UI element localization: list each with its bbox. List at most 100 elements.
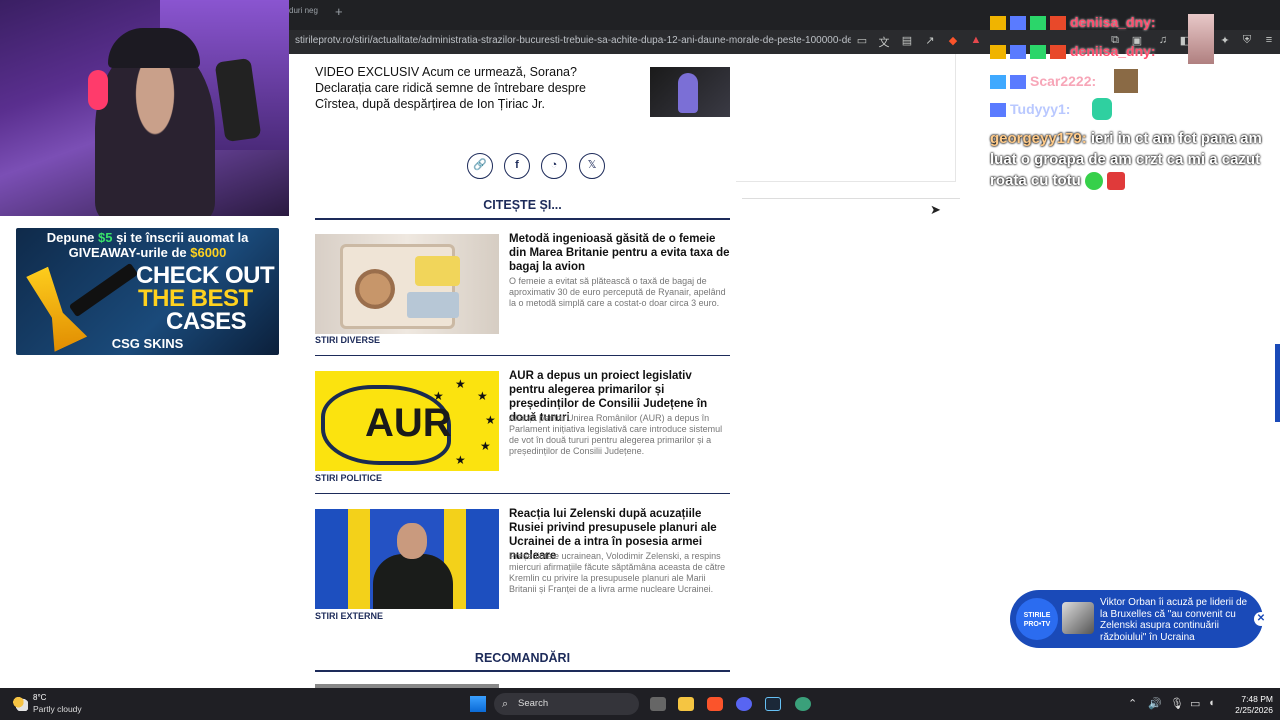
brave-browser-icon[interactable] xyxy=(707,697,723,711)
app-icon[interactable] xyxy=(795,697,811,711)
chat-line: Tudyyy1: xyxy=(990,101,1071,118)
brave-rewards-icon[interactable]: ▲ xyxy=(968,34,984,46)
microphone-icon[interactable]: 🎙 xyxy=(1170,697,1184,710)
video-thumbnail[interactable] xyxy=(650,67,730,117)
screen-cast-icon[interactable]: ▭ xyxy=(854,34,870,47)
toast-photo xyxy=(1062,602,1094,634)
discord-icon[interactable] xyxy=(736,697,752,711)
card-divider xyxy=(315,493,730,494)
video-article-link[interactable]: VIDEO EXCLUSIV Acum ce urmează, Sorana? … xyxy=(315,64,633,112)
crown-badge-icon xyxy=(990,16,1006,31)
card-divider xyxy=(315,355,730,356)
search-label: Search xyxy=(518,698,549,709)
x-share-icon[interactable]: 𝕏 xyxy=(579,153,605,179)
recommended-heading: RECOMANDĂRI xyxy=(474,651,571,665)
ad-brand: CSG SKINS xyxy=(111,336,184,351)
card-category[interactable]: STIRI POLITICE xyxy=(315,473,382,483)
chat-line: deniisa_dny: xyxy=(990,14,1156,31)
read-also-heading: CITEȘTE ȘI... xyxy=(483,198,562,212)
facebook-share-icon[interactable]: f xyxy=(504,153,530,179)
crown-badge-icon xyxy=(990,45,1006,60)
pickaxe-badge-icon xyxy=(990,75,1006,90)
headphones xyxy=(88,70,108,110)
volume-icon[interactable]: 🔊 xyxy=(1148,697,1162,710)
chat-username: Tudyyy1: xyxy=(1010,101,1071,117)
ghost-badge-icon xyxy=(1010,16,1026,31)
thumbnail-figure xyxy=(678,73,698,113)
translate-icon[interactable]: 文 xyxy=(876,34,892,50)
star-icon: ★ xyxy=(477,389,488,403)
webcam-overlay xyxy=(0,0,289,216)
card-image[interactable]: AUR ★ ★ ★ ★ ★ ★ xyxy=(315,371,499,471)
chat-line: deniisa_dny: xyxy=(990,43,1156,60)
search-icon: ⌕ xyxy=(502,698,509,710)
steam-icon[interactable] xyxy=(765,697,781,711)
mouse-cursor-icon: ➤ xyxy=(930,202,941,217)
network-icon[interactable]: ▭ xyxy=(1190,697,1200,710)
share-icon[interactable]: ↗ xyxy=(922,34,938,47)
chat-username: deniisa_dny: xyxy=(1070,43,1156,59)
card-image[interactable] xyxy=(315,234,499,334)
vpn-icon[interactable]: ⛨ xyxy=(1239,34,1255,47)
section-rule xyxy=(315,670,730,672)
chat-message: georgeyy179: ieri in ct am fct pana am l… xyxy=(990,128,1270,191)
close-icon[interactable]: ✕ xyxy=(1254,612,1268,626)
star-icon: ★ xyxy=(455,453,466,467)
emoji-icon xyxy=(1107,172,1126,191)
ghost-badge-icon xyxy=(1010,75,1026,90)
ghost-badge-icon xyxy=(990,103,1006,118)
brave-shield-icon[interactable]: ◆ xyxy=(945,34,961,47)
jeans xyxy=(407,292,459,318)
media-icon[interactable]: ♫ xyxy=(1155,34,1171,46)
ad-line-2: GIVEAWAY-urile de $6000 xyxy=(68,245,227,260)
chat-username: Scar2222: xyxy=(1030,73,1097,89)
card-description: O femeie a evitat să plătească o taxă de… xyxy=(509,276,726,308)
leo-icon[interactable]: ✦ xyxy=(1217,34,1233,47)
card-image[interactable] xyxy=(315,509,499,609)
task-view-icon[interactable] xyxy=(650,697,666,711)
weather-condition[interactable]: Partly cloudy xyxy=(33,704,82,714)
chat-emote xyxy=(1114,69,1138,93)
news-toast[interactable]: STIRILE PRO•TV Viktor Orban îi acuză pe … xyxy=(1010,590,1268,648)
chat-line: Scar2222: xyxy=(990,73,1097,90)
person-head xyxy=(397,523,427,559)
clock-time[interactable]: 7:48 PM xyxy=(1225,694,1273,704)
search-box[interactable]: ⌕ Search xyxy=(494,693,639,715)
speaker-icon[interactable]: ◖ xyxy=(1208,697,1215,709)
url-field[interactable]: stirileprotv.ro/stiri/actualitate/admini… xyxy=(295,35,851,46)
chevron-up-icon[interactable]: ⌃ xyxy=(1128,697,1137,710)
csgo-skins-ad[interactable]: Depune $5 și te înscrii auomat la GIVEAW… xyxy=(16,228,279,355)
card-category[interactable]: STIRI EXTERNE xyxy=(315,611,383,621)
menu-icon[interactable]: ≡ xyxy=(1261,34,1277,46)
kick-badge-icon xyxy=(1050,45,1066,60)
sidebar-divider xyxy=(742,198,960,199)
clock-date[interactable]: 2/25/2026 xyxy=(1225,705,1273,715)
reader-mode-icon[interactable]: ▤ xyxy=(899,34,915,47)
shirt xyxy=(415,256,460,286)
taskbar: 8°C Partly cloudy ⌕ Search ⌃ 🔊 🎙 ▭ ◖ 7:48… xyxy=(0,688,1280,720)
weather-icon[interactable] xyxy=(12,695,28,711)
file-explorer-icon[interactable] xyxy=(678,697,694,711)
star-icon: ★ xyxy=(485,413,496,427)
person-body xyxy=(373,554,453,609)
whatsapp-share-icon[interactable]: ◔ xyxy=(541,153,567,179)
new-tab-button[interactable]: + xyxy=(335,4,343,19)
start-button-icon[interactable] xyxy=(470,696,486,712)
star-icon: ★ xyxy=(455,377,466,391)
browser-tab[interactable]: duri neg xyxy=(289,6,329,15)
chat-username: deniisa_dny: xyxy=(1070,14,1156,30)
toast-text[interactable]: Viktor Orban îi acuză pe liderii de la B… xyxy=(1100,597,1250,643)
hat xyxy=(355,269,395,309)
star-icon: ★ xyxy=(433,389,444,403)
kick-badge-icon xyxy=(1050,16,1066,31)
rifle-graphic xyxy=(68,262,139,318)
temperature[interactable]: 8°C xyxy=(33,693,46,702)
card-title[interactable]: Metodă ingenioasă găsită de o femeie din… xyxy=(509,232,730,274)
scroll-tab[interactable] xyxy=(1275,344,1280,422)
aur-logo-text: AUR xyxy=(365,401,452,445)
gift-badge-icon xyxy=(1030,16,1046,31)
ad-cta-3: CASES xyxy=(166,308,247,335)
link-share-icon[interactable]: 🔗 xyxy=(467,153,493,179)
card-category[interactable]: STIRI DIVERSE xyxy=(315,335,380,345)
chat-emote xyxy=(1188,14,1214,64)
